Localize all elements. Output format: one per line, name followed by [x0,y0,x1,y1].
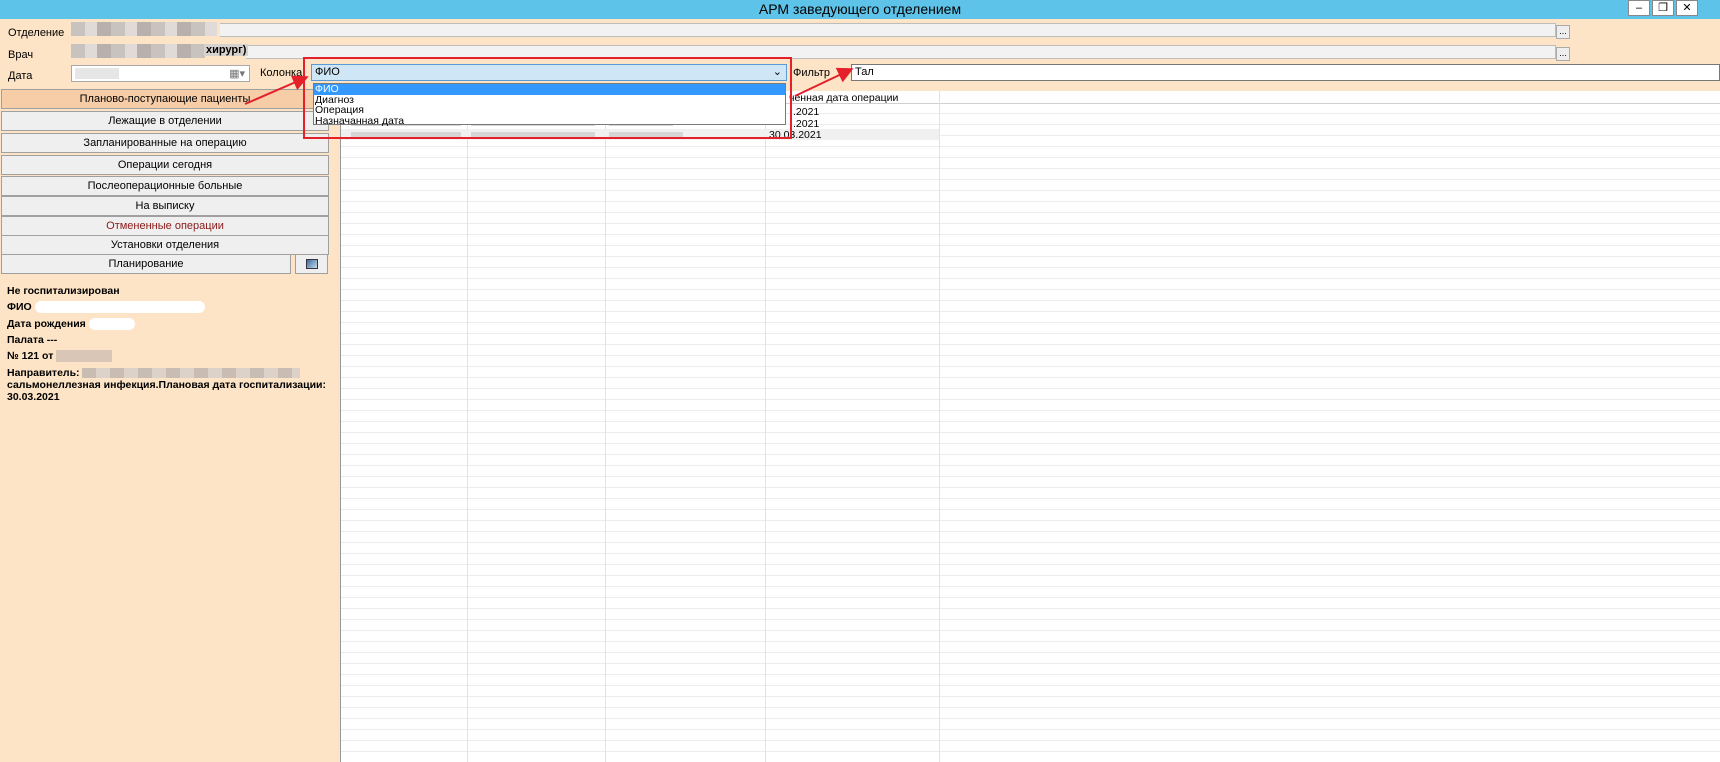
arrow-to-column-select [244,75,309,105]
arrow-to-filter-input [794,67,854,97]
annotation-arrows [244,67,854,105]
